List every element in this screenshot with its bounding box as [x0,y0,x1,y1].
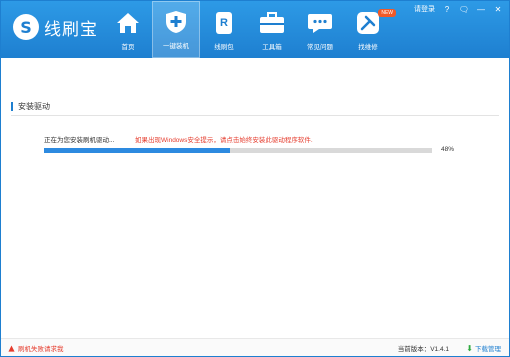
section-title: 安装驱动 [18,102,50,111]
rom-package-icon: R [211,10,237,36]
minimize-icon[interactable]: — [476,4,486,14]
toolbox-icon [259,10,285,36]
nav-home-label: 首页 [121,44,135,51]
app-window: S 线刷宝 首页 一键装机 R 线刷包 工具箱 常见问题 找维修 NEW 请登录… [0,0,510,357]
nav-faq[interactable]: 常见问题 [296,1,344,58]
chat-bubble-icon [307,10,333,36]
status-bar: 刷机失败请求我 当前版本：V1.4.1 ⬇ 下载管理 [1,338,509,356]
progress-percent: 48% [441,146,455,153]
logo-icon: S [13,14,39,40]
security-warning-text: 如果出现Windows安全提示，请点击始终安装此驱动程序软件. [135,137,313,144]
section-accent-bar [11,102,13,111]
warning-icon [8,344,15,352]
progress-fill [44,148,231,153]
new-badge: NEW [378,9,396,17]
svg-text:R: R [220,17,228,29]
version-text: 当前版本：V1.4.1 [397,346,449,353]
nav-faq-label: 常见问题 [307,44,333,51]
help-icon[interactable]: ? [442,4,452,14]
download-manager-link[interactable]: ⬇ 下载管理 [466,343,501,354]
titlebar-controls: 请登录 ? 🗨 — ✕ [414,4,503,14]
login-link[interactable]: 请登录 [414,4,435,14]
nav-one-click-install-label: 一键装机 [163,43,189,50]
section-divider [11,115,499,116]
app-logo: S 线刷宝 [13,14,98,40]
nav-toolbox[interactable]: 工具箱 [248,1,296,58]
install-status-text: 正在为您安装刷机驱动... [44,137,115,144]
nav-find-repair[interactable]: 找维修 NEW [344,1,396,58]
flash-fail-help-link[interactable]: 刷机失败请求我 [8,343,64,353]
nav-one-click-install[interactable]: 一键装机 [152,1,200,58]
flash-fail-help-label: 刷机失败请求我 [18,346,64,353]
nav-find-repair-label: 找维修 [358,44,378,51]
home-icon [115,10,141,36]
shield-plus-icon [163,9,189,35]
top-toolbar: S 线刷宝 首页 一键装机 R 线刷包 工具箱 常见问题 找维修 NEW 请登录… [1,1,509,58]
nav-home[interactable]: 首页 [104,1,152,58]
download-manager-label: 下载管理 [475,346,501,353]
close-icon[interactable]: ✕ [493,4,503,14]
nav-rom-package-label: 线刷包 [214,44,234,51]
wrench-icon [355,10,381,36]
download-icon: ⬇ [466,343,473,353]
section-heading: 安装驱动 [11,101,50,112]
feedback-icon[interactable]: 🗨 [459,4,469,14]
progress-bar [44,148,432,153]
main-nav: 首页 一键装机 R 线刷包 工具箱 常见问题 找维修 NEW [104,1,396,58]
nav-rom-package[interactable]: R 线刷包 [200,1,248,58]
app-name: 线刷宝 [44,19,98,39]
nav-toolbox-label: 工具箱 [262,44,282,51]
